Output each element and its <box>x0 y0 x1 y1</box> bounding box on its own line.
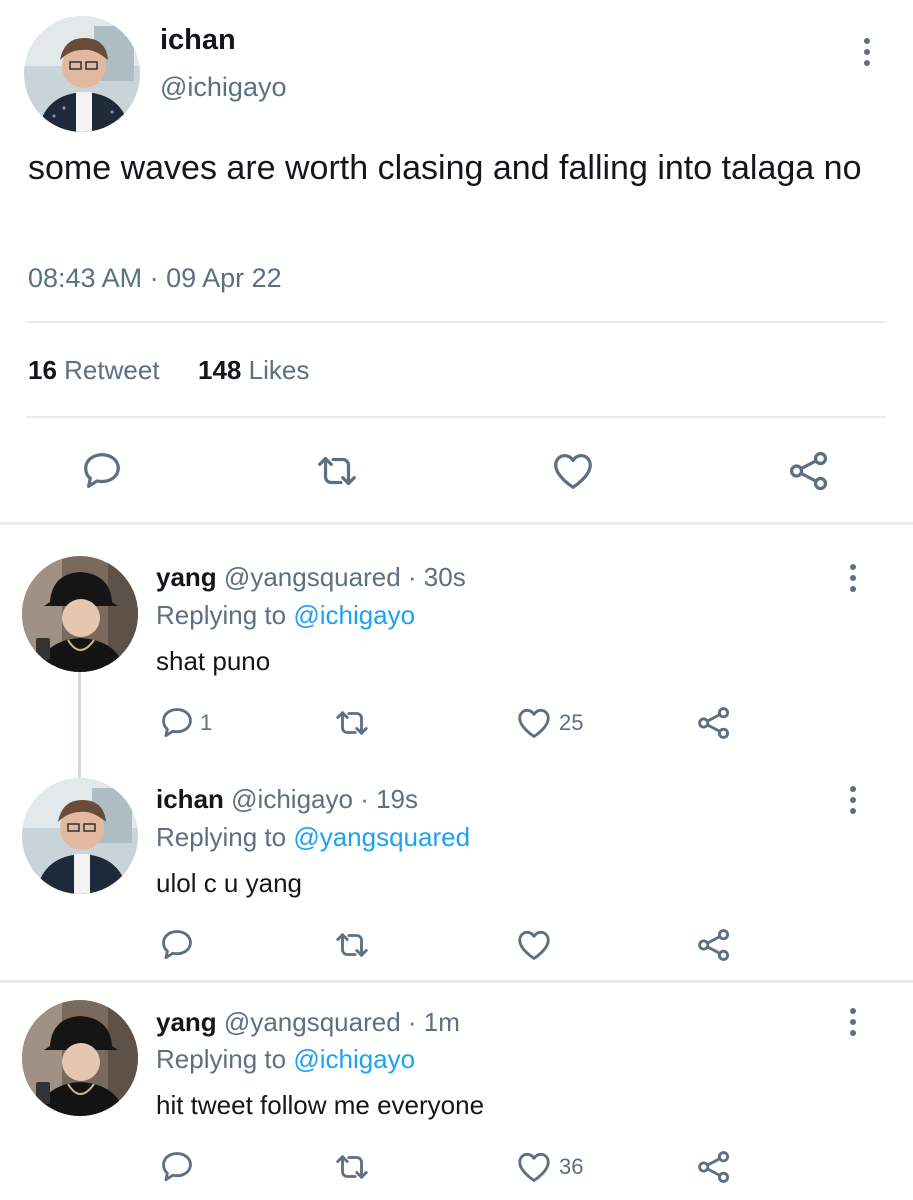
retweet-icon <box>336 933 368 957</box>
divider <box>26 416 886 418</box>
reply-share-button[interactable] <box>695 926 733 964</box>
like-icon <box>518 930 550 960</box>
reply-like-button[interactable] <box>515 1148 553 1186</box>
reply-more-button[interactable] <box>838 780 868 820</box>
replying-to: Replying to @yangsquared <box>156 822 471 852</box>
reply-time[interactable]: · 1m <box>408 1007 460 1037</box>
retweet-stat[interactable]: 16 Retweet <box>28 355 160 385</box>
like-icon <box>554 454 592 489</box>
likes-count: 148 <box>198 355 242 385</box>
like-icon <box>518 1152 550 1182</box>
share-button[interactable] <box>786 448 832 494</box>
retweet-icon <box>336 711 368 735</box>
author-avatar[interactable] <box>24 16 140 132</box>
reply-author-name[interactable]: ichan <box>156 784 224 814</box>
reply-text: shat puno <box>156 646 271 676</box>
share-icon <box>698 1151 730 1183</box>
reply-text: hit tweet follow me everyone <box>156 1090 485 1120</box>
replying-to: Replying to @ichigayo <box>156 1044 416 1074</box>
reply-like-button[interactable] <box>515 704 553 742</box>
reply-retweet-button[interactable] <box>333 926 371 964</box>
replying-to-mention[interactable]: @ichigayo <box>293 1044 415 1074</box>
reply-avatar[interactable] <box>22 778 138 894</box>
reply-reply-button[interactable] <box>158 1148 196 1186</box>
reply-icon <box>84 453 120 488</box>
reply-time[interactable]: · 19s <box>360 784 418 814</box>
reply-header: yang @yangsquared · 1m <box>156 1007 460 1038</box>
reply-more-button[interactable] <box>838 1002 868 1042</box>
more-options-button[interactable] <box>852 32 882 72</box>
more-vertical-icon <box>850 564 856 570</box>
reply-reply-button[interactable] <box>158 704 196 742</box>
reply-avatar[interactable] <box>22 556 138 672</box>
like-button[interactable] <box>550 448 596 494</box>
replying-to: Replying to @ichigayo <box>156 600 416 630</box>
retweet-label: Retweet <box>64 355 160 385</box>
like-icon <box>518 708 550 738</box>
more-vertical-icon <box>864 38 870 44</box>
reply-icon <box>162 930 192 960</box>
reply-author-name[interactable]: yang <box>156 1007 217 1037</box>
reply-retweet-button[interactable] <box>333 1148 371 1186</box>
reply-time[interactable]: · 30s <box>408 562 466 592</box>
reply-avatar[interactable] <box>22 1000 138 1116</box>
reply-button[interactable] <box>79 448 125 494</box>
reply-icon <box>162 1152 192 1182</box>
reply-header: yang @yangsquared · 30s <box>156 562 466 593</box>
retweet-button[interactable] <box>314 448 360 494</box>
tweet-timestamp[interactable]: 08:43 AM · 09 Apr 22 <box>28 263 282 294</box>
retweet-icon <box>336 1155 368 1179</box>
reply-author-handle[interactable]: @ichigayo <box>231 784 353 814</box>
reply-share-button[interactable] <box>695 704 733 742</box>
author-name[interactable]: ichan <box>160 24 236 57</box>
reply-author-handle[interactable]: @yangsquared <box>224 1007 401 1037</box>
more-vertical-icon <box>850 786 856 792</box>
like-count: 36 <box>559 1154 584 1179</box>
section-separator <box>0 522 913 525</box>
tweet-text: some waves are worth clasing and falling… <box>28 149 862 187</box>
reply-share-button[interactable] <box>695 1148 733 1186</box>
reply-more-button[interactable] <box>838 558 868 598</box>
likes-label: Likes <box>248 355 310 385</box>
tweet-stats: 16 Retweet 148 Likes <box>28 355 309 386</box>
reply-reply-button[interactable] <box>158 926 196 964</box>
replying-to-mention[interactable]: @ichigayo <box>293 600 415 630</box>
likes-stat[interactable]: 148 Likes <box>198 355 309 385</box>
share-icon <box>698 707 730 739</box>
share-icon <box>698 929 730 961</box>
thread-line <box>78 672 81 780</box>
author-handle[interactable]: @ichigayo <box>160 72 286 103</box>
reply-like-button[interactable] <box>515 926 553 964</box>
reply-icon <box>162 708 192 738</box>
reply-header: ichan @ichigayo · 19s <box>156 784 418 815</box>
like-count: 25 <box>559 710 584 735</box>
retweet-count: 16 <box>28 355 57 385</box>
retweet-icon <box>318 456 356 486</box>
reply-count: 1 <box>200 710 213 735</box>
replying-to-mention[interactable]: @yangsquared <box>293 822 470 852</box>
more-vertical-icon <box>850 1008 856 1014</box>
reply-author-handle[interactable]: @yangsquared <box>224 562 401 592</box>
reply-text: ulol c u yang <box>156 868 302 898</box>
divider <box>26 321 886 323</box>
share-icon <box>789 451 828 491</box>
reply-author-name[interactable]: yang <box>156 562 217 592</box>
section-separator <box>0 980 913 983</box>
reply-retweet-button[interactable] <box>333 704 371 742</box>
